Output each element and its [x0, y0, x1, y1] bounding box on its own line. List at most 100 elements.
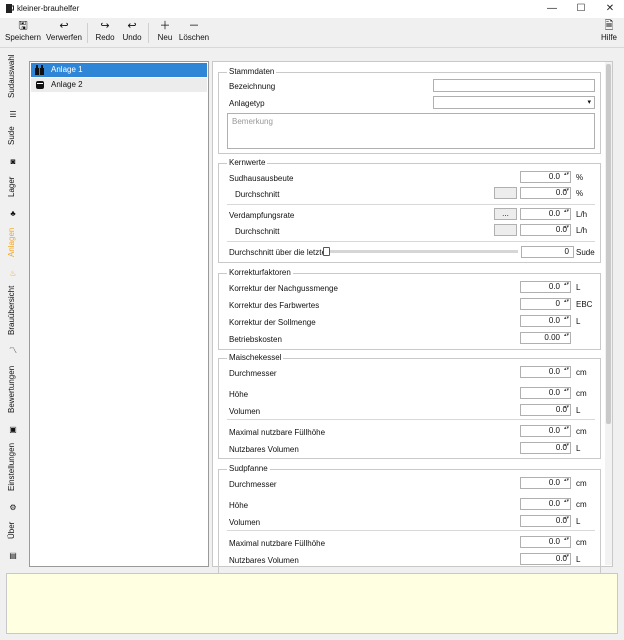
sidebar-item-bewertungen[interactable]: Bewertungen ▣	[0, 366, 24, 436]
separator	[227, 419, 595, 420]
verdampfungsrate-calc-button[interactable]: ...	[494, 208, 517, 220]
sidebar-item-einstellungen[interactable]: Einstellungen ⚙	[0, 443, 24, 514]
verdampfungsrate-spinbox[interactable]: 0.0	[520, 208, 571, 220]
close-button[interactable]: ✕	[596, 0, 624, 18]
sidebar-item-anlagen[interactable]: Anlagen ♨	[0, 228, 24, 280]
unit-label: L	[576, 283, 581, 292]
bezeichnung-input[interactable]	[433, 79, 595, 92]
floppy-disk-icon: 🖫	[18, 20, 28, 32]
field-label: Bezeichnung	[229, 82, 276, 91]
minimize-button[interactable]: —	[538, 0, 566, 18]
separator	[227, 241, 595, 242]
stammdaten-group: Stammdaten Bezeichnung Anlagetyp ▾ Bemer…	[218, 67, 601, 154]
field-label: Volumen	[229, 407, 261, 416]
camera-icon: ◙	[10, 157, 16, 166]
field-label: Volumen	[229, 518, 261, 527]
separator	[227, 530, 595, 531]
sude-slider[interactable]	[323, 247, 518, 256]
nachguss-spinbox[interactable]: 0.0	[520, 281, 571, 293]
group-title: Kernwerte	[227, 158, 268, 167]
sudpfanne-fuellhoehe-spinbox[interactable]: 0.0	[520, 536, 571, 548]
rating-icon: ▣	[9, 425, 17, 434]
undo-arrow-icon: ↩	[59, 20, 69, 32]
unit-label: L	[576, 444, 581, 453]
unit-label: L	[576, 317, 581, 326]
field-label: Nutzbares Volumen	[229, 556, 299, 565]
info-icon: ▤	[9, 551, 17, 560]
form-scrollbar[interactable]	[605, 62, 612, 565]
list-item[interactable]: Anlage 2	[31, 78, 207, 92]
sollmenge-spinbox[interactable]: 0.0	[520, 315, 571, 327]
field-label: Durchmesser	[229, 480, 277, 489]
maische-durchmesser-spinbox[interactable]: 0.0	[520, 366, 571, 378]
toolbar-separator	[148, 23, 149, 43]
sha-average-value: 0.0	[520, 187, 571, 199]
farbwert-spinbox[interactable]: 0	[520, 298, 571, 310]
sidebar-item-brauuebersicht[interactable]: Brauübersicht 〽	[0, 286, 24, 358]
list-item[interactable]: Anlage 1	[31, 63, 207, 77]
redo-button[interactable]: ↪ Redo	[93, 20, 117, 46]
bemerkung-textarea[interactable]: Bemerkung	[227, 113, 595, 149]
toolbar: 🖫 Speichern ↩ Verwerfen ↪ Redo ↩ Undo ＋ Neu －…	[0, 18, 624, 48]
unit-label: cm	[576, 538, 587, 547]
field-label: Durchmesser	[229, 369, 277, 378]
field-label: Durchschnitt über die letzten	[229, 248, 331, 257]
field-label: Sudhausausbeute	[229, 174, 294, 183]
unit-label: L/h	[576, 210, 588, 219]
anlagen-list[interactable]: Anlage 1 Anlage 2	[29, 61, 209, 567]
field-label: Korrektur der Nachgussmenge	[229, 284, 338, 293]
minus-icon: －	[188, 20, 200, 32]
delete-button[interactable]: － Löschen	[178, 20, 210, 46]
field-label: Korrektur der Sollmenge	[229, 318, 316, 327]
plus-icon: ＋	[159, 20, 171, 32]
field-label: Maximal nutzbare Füllhöhe	[229, 539, 326, 548]
sudhausausbeute-spinbox[interactable]: 0.0	[520, 171, 571, 183]
sidebar-item-sude[interactable]: Sude ◙	[0, 126, 24, 168]
maische-fuellhoehe-spinbox[interactable]: 0.0	[520, 425, 571, 437]
unit-label: L/h	[576, 226, 588, 235]
hops-icon: ♣	[10, 209, 16, 218]
redo-icon: ↪	[100, 20, 110, 32]
brewing-system-icon	[35, 65, 44, 75]
separator	[227, 204, 595, 205]
field-label: Maximal nutzbare Füllhöhe	[229, 428, 326, 437]
anlagetyp-select[interactable]: ▾	[433, 96, 595, 109]
sidebar-item-ueber[interactable]: Über ▤	[0, 522, 24, 562]
kernwerte-group: Kernwerte Sudhausausbeute 0.0 % Durchsch…	[218, 158, 601, 263]
unit-label: cm	[576, 500, 587, 509]
discard-button[interactable]: ↩ Verwerfen	[44, 20, 84, 46]
help-button[interactable]: 🗎 Hilfe	[598, 20, 620, 46]
group-title: Sudpfanne	[227, 464, 270, 473]
sudpfanne-durchmesser-spinbox[interactable]: 0.0	[520, 477, 571, 489]
sidebar: Sudauswahl ☰ Sude ◙ Lager ♣ Anlagen ♨ Brauüb…	[0, 48, 24, 570]
scrollbar-thumb[interactable]	[606, 64, 611, 424]
undo-button[interactable]: ↩ Undo	[120, 20, 144, 46]
gear-icon: ⚙	[9, 503, 17, 512]
field-label: Durchschnitt	[235, 190, 280, 199]
maische-nutzvolumen-value: 0.0	[520, 442, 571, 454]
group-title: Maischekessel	[227, 353, 284, 362]
sudpfanne-group: Sudpfanne Durchmesser 0.0 cm Höhe 0.0 cm…	[218, 464, 601, 577]
new-button[interactable]: ＋ Neu	[154, 20, 176, 46]
group-title: Stammdaten	[227, 67, 277, 76]
sude-count-field[interactable]: 0	[521, 246, 574, 258]
anlage-detail-form: Stammdaten Bezeichnung Anlagetyp ▾ Bemer…	[212, 61, 613, 577]
vr-average-value: 0.0	[520, 224, 571, 236]
title-bar: kleiner-brauhelfer — ☐ ✕	[0, 0, 624, 18]
field-label: Höhe	[229, 501, 249, 510]
field-label: Verdampfungsrate	[229, 211, 295, 220]
slider-handle[interactable]	[323, 247, 330, 256]
sudpfanne-hoehe-spinbox[interactable]: 0.0	[520, 498, 571, 510]
unit-label: cm	[576, 368, 587, 377]
maische-hoehe-spinbox[interactable]: 0.0	[520, 387, 571, 399]
maximize-button[interactable]: ☐	[567, 0, 595, 18]
sidebar-item-sudauswahl[interactable]: Sudauswahl ☰	[0, 54, 24, 121]
toolbar-separator	[87, 23, 88, 43]
betriebskosten-spinbox[interactable]: 0.00	[520, 332, 571, 344]
vr-average-button[interactable]	[494, 224, 517, 236]
message-panel	[6, 573, 618, 634]
save-button[interactable]: 🖫 Speichern	[4, 20, 42, 46]
field-label: Höhe	[229, 390, 249, 399]
sidebar-item-lager[interactable]: Lager ♣	[0, 176, 24, 220]
sha-average-button[interactable]	[494, 187, 517, 199]
